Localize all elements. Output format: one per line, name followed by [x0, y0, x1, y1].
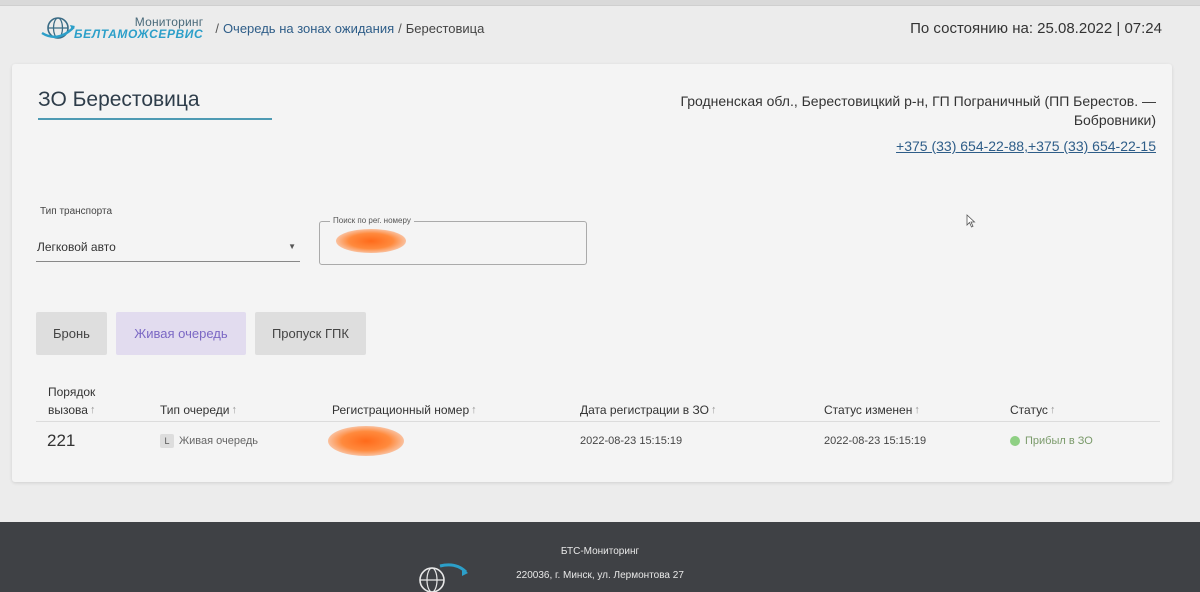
- header-queue-type[interactable]: Тип очереди ↑: [148, 401, 320, 419]
- breadcrumb-current: Берестовица: [405, 20, 485, 36]
- tab-live-queue[interactable]: Живая очередь: [115, 312, 246, 355]
- redaction-blur: [328, 426, 404, 456]
- footer-globe-logo-icon: [419, 563, 468, 592]
- table-row[interactable]: 221 L Живая очередь 2022-08-23 15:15:19 …: [36, 422, 1160, 460]
- top-header: Мониторинг БЕЛТАМОЖСЕРВИС / Очередь на з…: [0, 6, 1200, 50]
- header-reg-date[interactable]: Дата регистрации в ЗО ↑: [580, 401, 824, 419]
- logo-bottom-text: БЕЛТАМОЖСЕРВИС: [74, 27, 204, 41]
- mouse-pointer-icon: [966, 214, 976, 228]
- transport-type-value: Легковой авто: [37, 239, 116, 254]
- status-dot-icon: [1010, 436, 1020, 446]
- sort-arrow-icon: ↑: [231, 404, 237, 416]
- breadcrumb: / Очередь на зонах ожидания / Берестовиц…: [215, 20, 485, 36]
- header-order-line2: вызова: [48, 403, 88, 417]
- tab-gpk-pass[interactable]: Пропуск ГПК: [254, 312, 366, 355]
- sort-arrow-icon: ↑: [89, 404, 96, 416]
- transport-type-select[interactable]: Легковой авто ▼: [36, 232, 300, 262]
- cell-reg-date: 2022-08-23 15:15:19: [580, 435, 683, 447]
- header-status-changed[interactable]: Статус изменен ↑: [824, 401, 1010, 419]
- chevron-down-icon: ▼: [288, 242, 296, 251]
- status-date: По состоянию на: 25.08.2022 | 07:24: [910, 19, 1162, 37]
- transport-type-label: Тип транспорта: [40, 206, 113, 217]
- footer: БТС-Мониторинг 220036, г. Минск, ул. Лер…: [0, 522, 1200, 592]
- table-header: Порядок вызова ↑ Тип очереди ↑ Регистрац…: [36, 382, 1160, 422]
- queue-type-label: Живая очередь: [179, 435, 259, 447]
- cell-reg-number: [320, 422, 580, 460]
- sort-arrow-icon: ↑: [914, 404, 920, 416]
- header-order[interactable]: Порядок вызова ↑: [36, 383, 148, 419]
- logo[interactable]: Мониторинг БЕЛТАМОЖСЕРВИС: [40, 12, 203, 44]
- zone-card: ЗО Берестовица Гродненская обл., Бересто…: [12, 64, 1172, 482]
- queue-table: Порядок вызова ↑ Тип очереди ↑ Регистрац…: [36, 382, 1160, 460]
- cell-status: Прибыл в ЗО: [1010, 435, 1160, 447]
- globe-logo-icon: [41, 17, 75, 39]
- sort-arrow-icon: ↑: [1049, 404, 1056, 416]
- queue-tabs: Бронь Живая очередь Пропуск ГПК: [36, 312, 366, 355]
- reg-number-search-box[interactable]: Поиск по рег. номеру: [319, 216, 587, 265]
- header-reg-number[interactable]: Регистрационный номер ↑: [320, 401, 580, 419]
- breadcrumb-queue-link[interactable]: Очередь на зонах ожидания: [223, 21, 394, 36]
- header-order-line1: Порядок: [48, 385, 96, 399]
- zone-phones-link[interactable]: +375 (33) 654-22-88,+375 (33) 654-22-15: [896, 138, 1156, 154]
- cell-queue-type: L Живая очередь: [148, 434, 320, 448]
- sort-arrow-icon: ↑: [471, 404, 477, 416]
- footer-address: 220036, г. Минск, ул. Лермонтова 27: [516, 570, 684, 581]
- cell-order: 221: [47, 431, 76, 450]
- tab-reservation[interactable]: Бронь: [36, 312, 107, 355]
- queue-type-badge: L: [160, 434, 174, 448]
- search-legend: Поиск по рег. номеру: [330, 216, 414, 225]
- status-label: Прибыл в ЗО: [1025, 435, 1093, 447]
- zone-address: Гродненская обл., Берестовицкий р-н, ГП …: [680, 93, 1156, 128]
- cell-status-changed: 2022-08-23 15:15:19: [824, 435, 927, 447]
- header-status[interactable]: Статус ↑: [1010, 401, 1160, 419]
- redaction-blur: [336, 229, 406, 253]
- zone-title: ЗО Берестовица: [38, 88, 272, 120]
- footer-title: БТС-Мониторинг: [560, 546, 640, 557]
- sort-arrow-icon: ↑: [710, 404, 717, 416]
